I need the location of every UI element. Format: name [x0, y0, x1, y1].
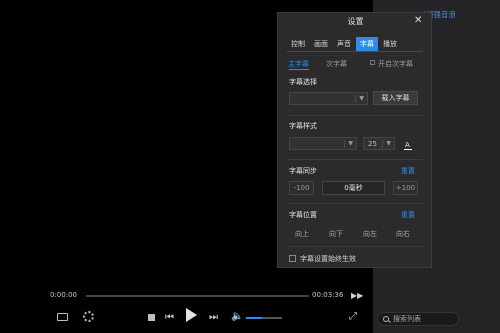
position-right-button[interactable]: 向右	[396, 229, 410, 239]
section-divider	[287, 159, 423, 160]
section-divider	[287, 246, 423, 247]
total-time: 00:03:36	[312, 291, 344, 299]
next-icon[interactable]: ⏭	[209, 312, 218, 323]
enable-second-label: 开启次字幕	[378, 60, 413, 68]
sync-plus-button[interactable]: +100	[393, 181, 418, 195]
volume-icon[interactable]: 🔈	[231, 311, 243, 322]
settings-panel: 设置 ✕ 控制 画面 声音 字幕 播放 主字幕 次字幕 开启次字幕 字幕选择 ▼…	[277, 12, 432, 268]
always-apply-checkbox[interactable]	[289, 255, 296, 262]
tab-picture[interactable]: 画面	[310, 37, 332, 51]
font-size-value: 25	[368, 140, 377, 148]
position-up-button[interactable]: 向上	[295, 229, 309, 239]
active-sub-tab-underline	[289, 69, 309, 70]
position-label: 字幕位置	[289, 211, 317, 219]
font-select[interactable]: ▼	[289, 137, 357, 150]
sync-value-field[interactable]: 0毫秒	[322, 181, 385, 195]
select-separator	[344, 140, 345, 148]
font-color-icon[interactable]: A	[405, 141, 410, 149]
open-folder-icon[interactable]	[57, 313, 68, 321]
sync-minus-button[interactable]: -100	[289, 181, 314, 195]
font-size-select[interactable]: 25 ▼	[363, 137, 395, 150]
chevron-down-icon: ▼	[386, 140, 391, 147]
tab-divider	[287, 51, 423, 52]
previous-icon[interactable]: ⏮	[165, 312, 174, 323]
settings-gear-icon[interactable]	[83, 311, 94, 322]
subtitle-select[interactable]: ▼	[289, 92, 368, 105]
playlist-search-input[interactable]: 搜索列表	[377, 312, 459, 326]
tab-sound[interactable]: 声音	[333, 37, 355, 51]
skip-forward-icon[interactable]: ▶▶	[351, 291, 363, 300]
sync-label: 字幕同步	[289, 167, 317, 175]
style-label: 字幕样式	[289, 122, 317, 130]
play-icon[interactable]	[186, 308, 197, 322]
position-reset-link[interactable]: 重置	[401, 210, 415, 220]
timeline: 0:00:00 00:03:36 ▶▶	[0, 290, 373, 302]
chevron-down-icon: ▼	[348, 140, 353, 147]
fullscreen-icon[interactable]: ⤢	[349, 311, 357, 322]
search-placeholder: 搜索列表	[393, 315, 421, 323]
volume-slider[interactable]	[246, 317, 282, 319]
volume-fill	[246, 317, 263, 319]
tab-playback[interactable]: 播放	[379, 37, 401, 51]
close-icon[interactable]: ✕	[414, 15, 422, 26]
sync-reset-link[interactable]: 重置	[401, 166, 415, 176]
current-time: 0:00:00	[50, 291, 77, 299]
font-color-swatch	[404, 149, 412, 150]
enable-second-checkbox[interactable]	[370, 60, 375, 65]
tab-control[interactable]: 控制	[287, 37, 309, 51]
settings-tabs: 控制 画面 声音 字幕 播放	[287, 37, 402, 51]
tab-second-subtitle[interactable]: 次字幕	[326, 59, 347, 69]
select-separator	[382, 140, 383, 148]
search-icon	[383, 316, 389, 322]
section-divider	[287, 115, 423, 116]
section-divider	[287, 203, 423, 204]
progress-bar[interactable]	[86, 295, 309, 297]
position-left-button[interactable]: 向左	[363, 229, 377, 239]
select-separator	[355, 95, 356, 103]
stop-icon[interactable]	[148, 314, 155, 321]
tab-subtitle[interactable]: 字幕	[356, 37, 378, 51]
panel-title: 设置	[347, 17, 364, 26]
always-apply-label: 字幕设置始终生效	[300, 255, 356, 263]
tab-main-subtitle[interactable]: 主字幕	[288, 59, 309, 69]
position-down-button[interactable]: 向下	[329, 229, 343, 239]
selection-label: 字幕选择	[289, 78, 317, 86]
load-subtitle-button[interactable]: 载入字幕	[373, 91, 418, 105]
chevron-down-icon: ▼	[359, 95, 364, 102]
